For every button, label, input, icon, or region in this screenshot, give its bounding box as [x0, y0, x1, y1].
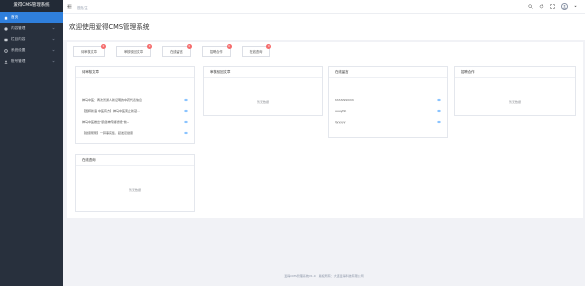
home-icon [4, 15, 8, 20]
eye-icon[interactable] [183, 120, 189, 124]
count-badge: 0 [226, 44, 232, 49]
menu-fold-icon[interactable] [67, 4, 72, 9]
eye-icon[interactable] [436, 109, 442, 113]
top-bar: 首页/主 [63, 0, 585, 14]
sidebar-item-label: 栏目内容 [11, 37, 26, 41]
shortcut-tabs: 待审核文章 0 审核驳回文章 0 在线留言 0 招聘合作 0 在线咨询 0 [67, 42, 275, 57]
item-text: 神马中医推出"肌健神传播智能"前~ [82, 119, 130, 124]
tab-label: 审核驳回文章 [123, 50, 144, 54]
count-badge: 0 [186, 44, 192, 49]
item-text: 【健康帮帮】一碎事实集、起发足健康 [82, 130, 134, 135]
tab-label: 在线留言 [170, 50, 183, 54]
eye-icon[interactable] [436, 98, 442, 102]
breadcrumb: 首页/主 [77, 6, 88, 10]
eye-icon[interactable] [183, 109, 189, 113]
count-badge: 0 [266, 44, 272, 49]
panel-title: 招聘合作 [455, 67, 575, 78]
online-messages-panel: 在线留言 hhhhhhhhhh uuuyhh ljyyyyy [328, 66, 448, 138]
tab-pending-articles[interactable]: 待审核文章 0 [73, 44, 106, 57]
tab-rejected-articles[interactable]: 审核驳回文章 0 [115, 44, 153, 57]
chevron-down-icon [52, 27, 55, 30]
sidebar-item-content[interactable]: 内容管理 [0, 23, 63, 34]
pending-articles-panel: 待审核文章 神马中医：再次普通人新证明的中药代表信息 【国粹新语 中医有方】神马… [75, 66, 195, 144]
chevron-down-icon [52, 49, 55, 52]
list-item[interactable]: 【国粹新语 中医有方】神马中医离止新冠… [76, 105, 194, 116]
empty-state: 暂无数据 [508, 100, 521, 104]
count-badge: 0 [147, 44, 153, 49]
settings-icon [4, 48, 8, 53]
list-item[interactable]: 【健康帮帮】一碎事实集、起发足健康 [76, 127, 194, 138]
list-item[interactable]: hhhhhhhhhh [329, 94, 447, 105]
account-icon [4, 60, 8, 64]
panel-title: 在线咨询 [76, 155, 194, 166]
tab-label: 招聘合作 [209, 50, 223, 54]
refresh-icon[interactable] [539, 4, 544, 9]
tab-label: 待审核文章 [81, 50, 97, 54]
item-text: ljyyyyy [335, 119, 346, 124]
sidebar-item-label: 首页 [11, 15, 19, 19]
sidebar-item-home[interactable]: 首页 [0, 12, 63, 23]
search-icon[interactable] [528, 4, 533, 9]
tab-online-consult[interactable]: 在线咨询 0 [241, 44, 272, 57]
rejected-articles-panel: 审核驳回文章 暂无数据 [203, 66, 323, 116]
online-consult-panel: 在线咨询 暂无数据 [75, 154, 195, 212]
item-text: uuuyhh [335, 108, 347, 113]
chevron-down-icon [52, 60, 55, 63]
app-logo: 爱得CMS管理系统 [0, 0, 63, 12]
tab-recruitment[interactable]: 招聘合作 0 [201, 44, 232, 57]
eye-icon[interactable] [183, 98, 189, 102]
sidebar-item-label: 账号管理 [11, 59, 26, 63]
eye-icon[interactable] [436, 120, 442, 124]
item-text: 【国粹新语 中医有方】神马中医离止新冠… [82, 108, 140, 113]
list-item[interactable]: 神马中医：再次普通人新证明的中药代表信息 [76, 94, 194, 105]
item-text: hhhhhhhhhh [335, 97, 355, 102]
sidebar-item-account[interactable]: 账号管理 [0, 56, 63, 67]
empty-state: 暂无数据 [128, 188, 141, 192]
count-badge: 0 [100, 44, 106, 49]
tab-label: 在线咨询 [249, 50, 263, 54]
welcome-header: 欢迎使用爱得CMS管理系统 [63, 14, 585, 40]
list-item[interactable]: ljyyyyy [329, 116, 447, 127]
user-avatar[interactable] [561, 3, 568, 10]
toolbar [528, 3, 577, 10]
list-item[interactable]: uuuyhh [329, 105, 447, 116]
sidebar-item-column[interactable]: 栏目内容 [0, 34, 63, 45]
panel-title: 在线留言 [329, 67, 447, 78]
tab-online-messages[interactable]: 在线留言 0 [162, 44, 192, 57]
fullscreen-icon[interactable] [550, 4, 555, 9]
caret-down-icon[interactable] [574, 4, 577, 9]
column-icon [4, 38, 8, 42]
sidebar-item-settings[interactable]: 系统设置 [0, 45, 63, 56]
panel-title: 审核驳回文章 [204, 67, 322, 78]
page-title: 欢迎使用爱得CMS管理系统 [69, 23, 150, 31]
footer-copyright: 爱得CMS管理系统V1.0 版权所有：大连爱得科技有限公司 [284, 274, 364, 278]
chevron-down-icon [52, 38, 55, 41]
content-icon [4, 26, 8, 31]
panel-title: 待审核文章 [76, 67, 194, 78]
item-text: 神马中医：再次普通人新证明的中药代表信息 [82, 97, 143, 102]
dashboard-workspace: 待审核文章 0 审核驳回文章 0 在线留言 0 招聘合作 0 在线咨询 0 待审… [67, 42, 583, 218]
sidebar-item-label: 系统设置 [11, 48, 26, 52]
eye-icon[interactable] [183, 131, 189, 135]
sidebar: 爱得CMS管理系统 首页 内容管理 栏目内容 系统设置 账号管理 [0, 0, 63, 286]
empty-state: 暂无数据 [256, 100, 269, 104]
sidebar-item-label: 内容管理 [11, 26, 26, 30]
list-item[interactable]: 神马中医推出"肌健神传播智能"前~ [76, 116, 194, 127]
recruitment-panel: 招聘合作 暂无数据 [454, 66, 576, 116]
